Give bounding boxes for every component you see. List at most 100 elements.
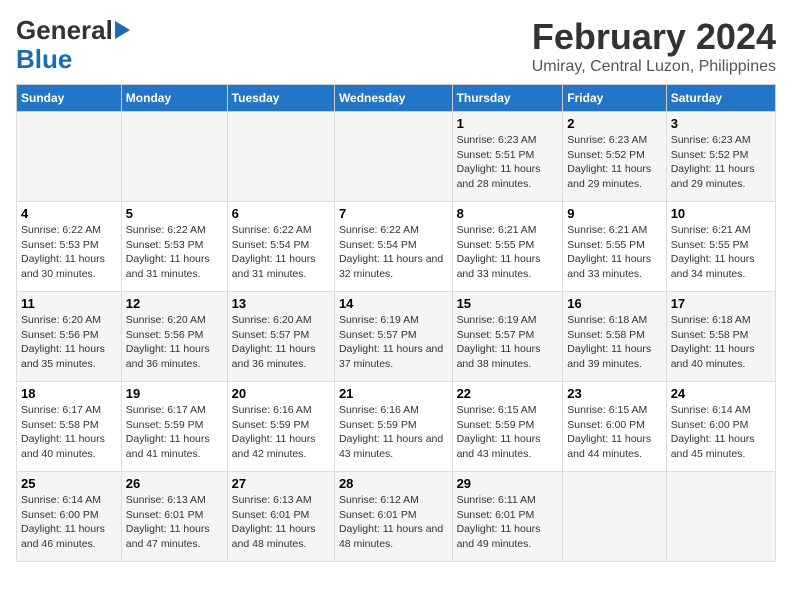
calendar-week-row: 1Sunrise: 6:23 AMSunset: 5:51 PMDaylight…: [17, 112, 776, 202]
calendar-cell: 25Sunrise: 6:14 AMSunset: 6:00 PMDayligh…: [17, 472, 122, 562]
calendar-cell: 12 Sunrise: 6:20 AMSunset: 5:56 PMDayligh…: [121, 292, 227, 382]
day-info: Sunrise: 6:21 AMSunset: 5:55 PMDaylight:…: [671, 223, 771, 282]
day-number: 3: [671, 116, 771, 131]
calendar-cell: 29 Sunrise: 6:11 AMSunset: 6:01 PMDayligh…: [452, 472, 563, 562]
calendar-week-row: 4 Sunrise: 6:22 AMSunset: 5:53 PMDaylight…: [17, 202, 776, 292]
day-info: Sunrise: 6:22 AMSunset: 5:54 PMDaylight:…: [232, 223, 330, 282]
calendar-week-row: 25Sunrise: 6:14 AMSunset: 6:00 PMDayligh…: [17, 472, 776, 562]
page-header: General Blue February 2024 Umiray, Centr…: [16, 16, 776, 76]
day-info: Sunrise: 6:22 AMSunset: 5:53 PMDaylight:…: [21, 223, 117, 282]
calendar-cell: 16Sunrise: 6:18 AMSunset: 5:58 PMDayligh…: [563, 292, 666, 382]
day-number: 27: [232, 476, 330, 491]
day-info: Sunrise: 6:21 AMSunset: 5:55 PMDaylight:…: [457, 223, 559, 282]
header-monday: Monday: [121, 85, 227, 112]
page-subtitle: Umiray, Central Luzon, Philippines: [532, 58, 776, 76]
header-sunday: Sunday: [17, 85, 122, 112]
calendar-cell: 2 Sunrise: 6:23 AMSunset: 5:52 PMDaylight…: [563, 112, 666, 202]
day-number: 18: [21, 386, 117, 401]
header-wednesday: Wednesday: [334, 85, 452, 112]
calendar-cell: [227, 112, 334, 202]
day-number: 6: [232, 206, 330, 221]
calendar-cell: 28 Sunrise: 6:12 AMSunset: 6:01 PMDayligh…: [334, 472, 452, 562]
day-info: Sunrise: 6:23 AMSunset: 5:52 PMDaylight:…: [567, 133, 661, 192]
day-number: 15: [457, 296, 559, 311]
day-number: 12: [126, 296, 223, 311]
title-block: February 2024 Umiray, Central Luzon, Phi…: [532, 16, 776, 76]
calendar-cell: 6 Sunrise: 6:22 AMSunset: 5:54 PMDaylight…: [227, 202, 334, 292]
day-info: Sunrise: 6:20 AMSunset: 5:56 PMDaylight:…: [126, 313, 223, 372]
calendar-cell: [666, 472, 775, 562]
calendar-cell: [17, 112, 122, 202]
day-number: 26: [126, 476, 223, 491]
calendar-cell: [121, 112, 227, 202]
calendar-table: SundayMondayTuesdayWednesdayThursdayFrid…: [16, 84, 776, 562]
day-info: Sunrise: 6:17 AMSunset: 5:58 PMDaylight:…: [21, 403, 117, 462]
day-number: 25: [21, 476, 117, 491]
day-number: 17: [671, 296, 771, 311]
day-info: Sunrise: 6:12 AMSunset: 6:01 PMDaylight:…: [339, 493, 448, 552]
calendar-cell: 4 Sunrise: 6:22 AMSunset: 5:53 PMDaylight…: [17, 202, 122, 292]
calendar-cell: [334, 112, 452, 202]
day-info: Sunrise: 6:19 AMSunset: 5:57 PMDaylight:…: [457, 313, 559, 372]
day-number: 23: [567, 386, 661, 401]
day-info: Sunrise: 6:17 AMSunset: 5:59 PMDaylight:…: [126, 403, 223, 462]
day-number: 24: [671, 386, 771, 401]
day-number: 29: [457, 476, 559, 491]
day-info: Sunrise: 6:18 AMSunset: 5:58 PMDaylight:…: [567, 313, 661, 372]
logo-blue-text: Blue: [16, 45, 130, 74]
day-number: 20: [232, 386, 330, 401]
calendar-cell: 15 Sunrise: 6:19 AMSunset: 5:57 PMDayligh…: [452, 292, 563, 382]
day-number: 19: [126, 386, 223, 401]
day-number: 1: [457, 116, 559, 131]
calendar-header-row: SundayMondayTuesdayWednesdayThursdayFrid…: [17, 85, 776, 112]
calendar-cell: 1Sunrise: 6:23 AMSunset: 5:51 PMDaylight…: [452, 112, 563, 202]
day-info: Sunrise: 6:15 AMSunset: 5:59 PMDaylight:…: [457, 403, 559, 462]
day-info: Sunrise: 6:14 AMSunset: 6:00 PMDaylight:…: [671, 403, 771, 462]
day-info: Sunrise: 6:19 AMSunset: 5:57 PMDaylight:…: [339, 313, 448, 372]
calendar-cell: 21 Sunrise: 6:16 AMSunset: 5:59 PMDayligh…: [334, 382, 452, 472]
calendar-cell: 27 Sunrise: 6:13 AMSunset: 6:01 PMDayligh…: [227, 472, 334, 562]
calendar-cell: 3 Sunrise: 6:23 AMSunset: 5:52 PMDaylight…: [666, 112, 775, 202]
day-info: Sunrise: 6:13 AMSunset: 6:01 PMDaylight:…: [232, 493, 330, 552]
calendar-cell: 11Sunrise: 6:20 AMSunset: 5:56 PMDayligh…: [17, 292, 122, 382]
day-number: 7: [339, 206, 448, 221]
calendar-cell: 8Sunrise: 6:21 AMSunset: 5:55 PMDaylight…: [452, 202, 563, 292]
header-saturday: Saturday: [666, 85, 775, 112]
calendar-cell: 9Sunrise: 6:21 AMSunset: 5:55 PMDaylight…: [563, 202, 666, 292]
day-info: Sunrise: 6:20 AMSunset: 5:57 PMDaylight:…: [232, 313, 330, 372]
header-thursday: Thursday: [452, 85, 563, 112]
day-info: Sunrise: 6:11 AMSunset: 6:01 PMDaylight:…: [457, 493, 559, 552]
calendar-cell: 17 Sunrise: 6:18 AMSunset: 5:58 PMDayligh…: [666, 292, 775, 382]
calendar-cell: 24 Sunrise: 6:14 AMSunset: 6:00 PMDayligh…: [666, 382, 775, 472]
day-info: Sunrise: 6:13 AMSunset: 6:01 PMDaylight:…: [126, 493, 223, 552]
day-info: Sunrise: 6:20 AMSunset: 5:56 PMDaylight:…: [21, 313, 117, 372]
day-number: 22: [457, 386, 559, 401]
day-info: Sunrise: 6:15 AMSunset: 6:00 PMDaylight:…: [567, 403, 661, 462]
day-info: Sunrise: 6:18 AMSunset: 5:58 PMDaylight:…: [671, 313, 771, 372]
logo: General Blue: [16, 16, 130, 73]
day-number: 2: [567, 116, 661, 131]
logo-general-text: General: [16, 16, 113, 45]
day-info: Sunrise: 6:16 AMSunset: 5:59 PMDaylight:…: [339, 403, 448, 462]
day-number: 4: [21, 206, 117, 221]
day-number: 21: [339, 386, 448, 401]
calendar-cell: 14 Sunrise: 6:19 AMSunset: 5:57 PMDayligh…: [334, 292, 452, 382]
calendar-week-row: 11Sunrise: 6:20 AMSunset: 5:56 PMDayligh…: [17, 292, 776, 382]
header-friday: Friday: [563, 85, 666, 112]
calendar-cell: [563, 472, 666, 562]
calendar-cell: 23 Sunrise: 6:15 AMSunset: 6:00 PMDayligh…: [563, 382, 666, 472]
day-info: Sunrise: 6:16 AMSunset: 5:59 PMDaylight:…: [232, 403, 330, 462]
day-number: 14: [339, 296, 448, 311]
calendar-cell: 20 Sunrise: 6:16 AMSunset: 5:59 PMDayligh…: [227, 382, 334, 472]
day-info: Sunrise: 6:23 AMSunset: 5:52 PMDaylight:…: [671, 133, 771, 192]
calendar-cell: 22 Sunrise: 6:15 AMSunset: 5:59 PMDayligh…: [452, 382, 563, 472]
day-info: Sunrise: 6:21 AMSunset: 5:55 PMDaylight:…: [567, 223, 661, 282]
header-tuesday: Tuesday: [227, 85, 334, 112]
page-title: February 2024: [532, 16, 776, 58]
day-number: 28: [339, 476, 448, 491]
calendar-cell: 26 Sunrise: 6:13 AMSunset: 6:01 PMDayligh…: [121, 472, 227, 562]
calendar-cell: 10Sunrise: 6:21 AMSunset: 5:55 PMDayligh…: [666, 202, 775, 292]
day-number: 13: [232, 296, 330, 311]
calendar-cell: 18 Sunrise: 6:17 AMSunset: 5:58 PMDayligh…: [17, 382, 122, 472]
calendar-cell: 13 Sunrise: 6:20 AMSunset: 5:57 PMDayligh…: [227, 292, 334, 382]
